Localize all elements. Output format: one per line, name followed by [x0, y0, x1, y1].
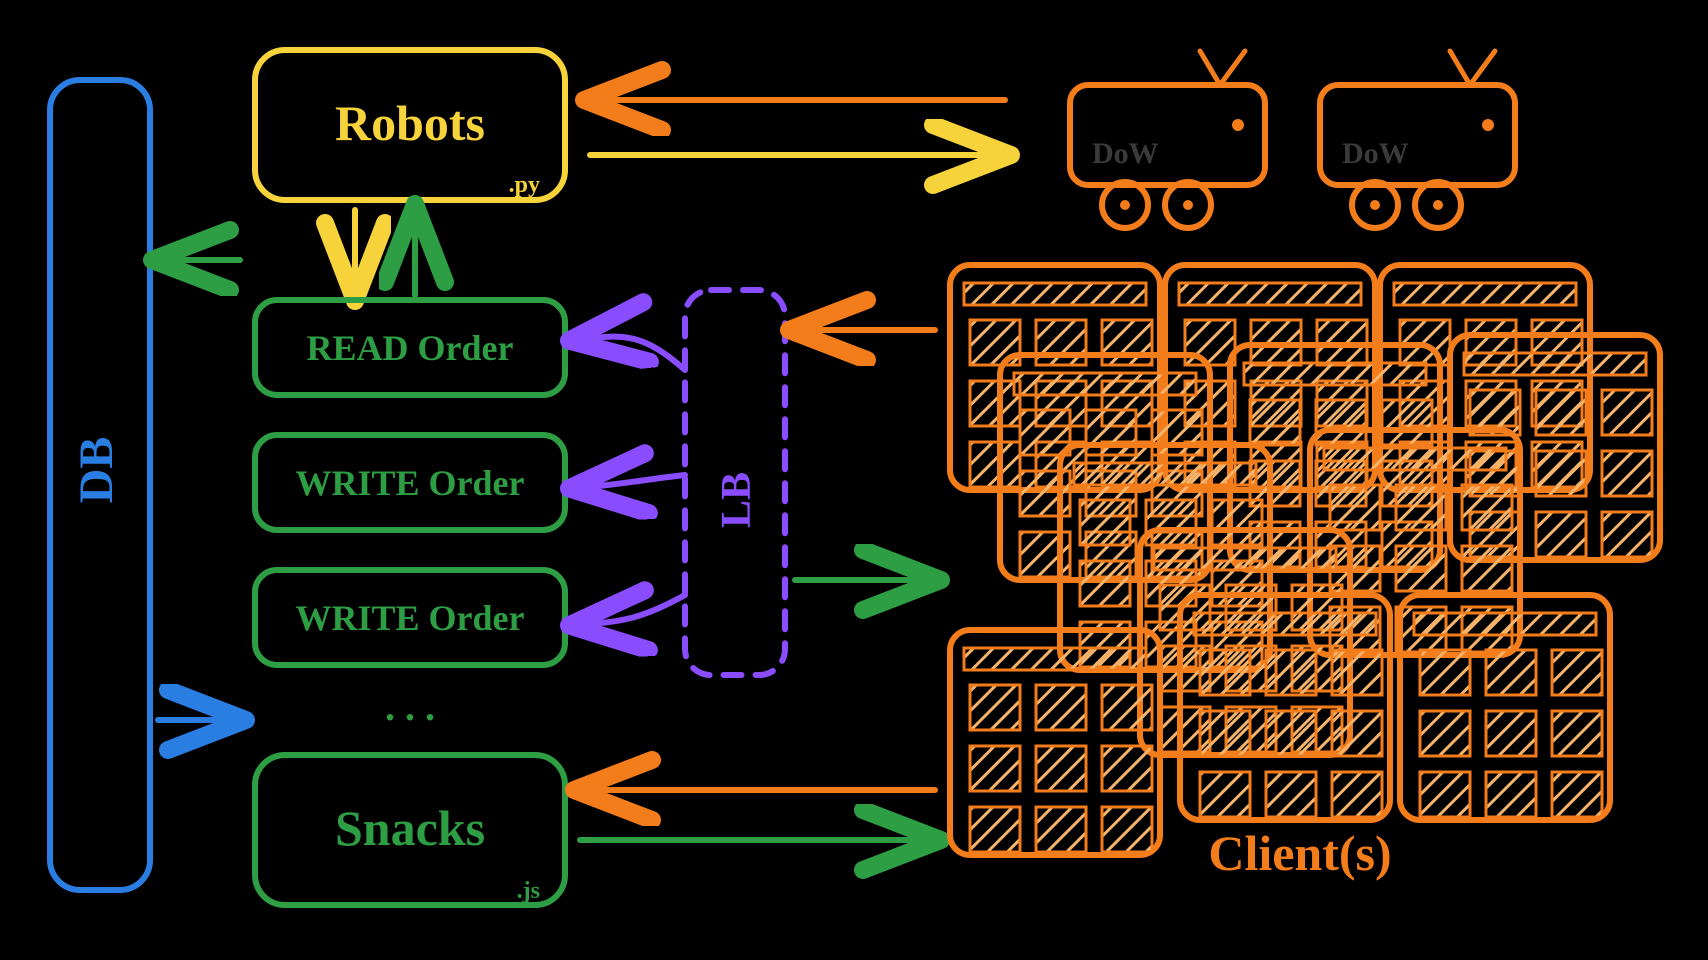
api-read-label: READ Order	[307, 328, 514, 368]
db-label: DB	[70, 437, 123, 504]
dow-robot-1-label: DoW	[1092, 137, 1159, 170]
arrow-lb-write1	[575, 475, 685, 488]
dow-robot-2: DoW	[1320, 51, 1515, 228]
client-browser-icon	[950, 630, 1160, 855]
arrow-lb-write2	[575, 595, 685, 625]
api-read-box: READ Order	[255, 300, 565, 395]
api-ellipsis: . . .	[385, 684, 435, 729]
client-browser-icon	[1400, 595, 1610, 820]
db-box: DB	[50, 80, 150, 890]
api-write2-box: WRITE Order	[255, 570, 565, 665]
lb-box: LB	[685, 290, 785, 675]
snacks-label: Snacks	[335, 800, 485, 856]
dow-robot-1: DoW	[1070, 51, 1265, 228]
arrow-lb-read	[575, 337, 685, 370]
dow-robot-2-label: DoW	[1342, 137, 1409, 170]
clients-cluster	[950, 265, 1660, 855]
snacks-box: Snacks .js	[255, 755, 565, 905]
robots-ext: .py	[509, 172, 540, 198]
robots-label: Robots	[335, 95, 485, 151]
api-write1-label: WRITE Order	[296, 463, 525, 503]
snacks-ext: .js	[517, 878, 540, 904]
robots-box: Robots .py	[255, 50, 565, 200]
api-write2-label: WRITE Order	[296, 598, 525, 638]
lb-label: LB	[714, 472, 760, 528]
clients-label: Client(s)	[1208, 825, 1391, 881]
api-write1-box: WRITE Order	[255, 435, 565, 530]
